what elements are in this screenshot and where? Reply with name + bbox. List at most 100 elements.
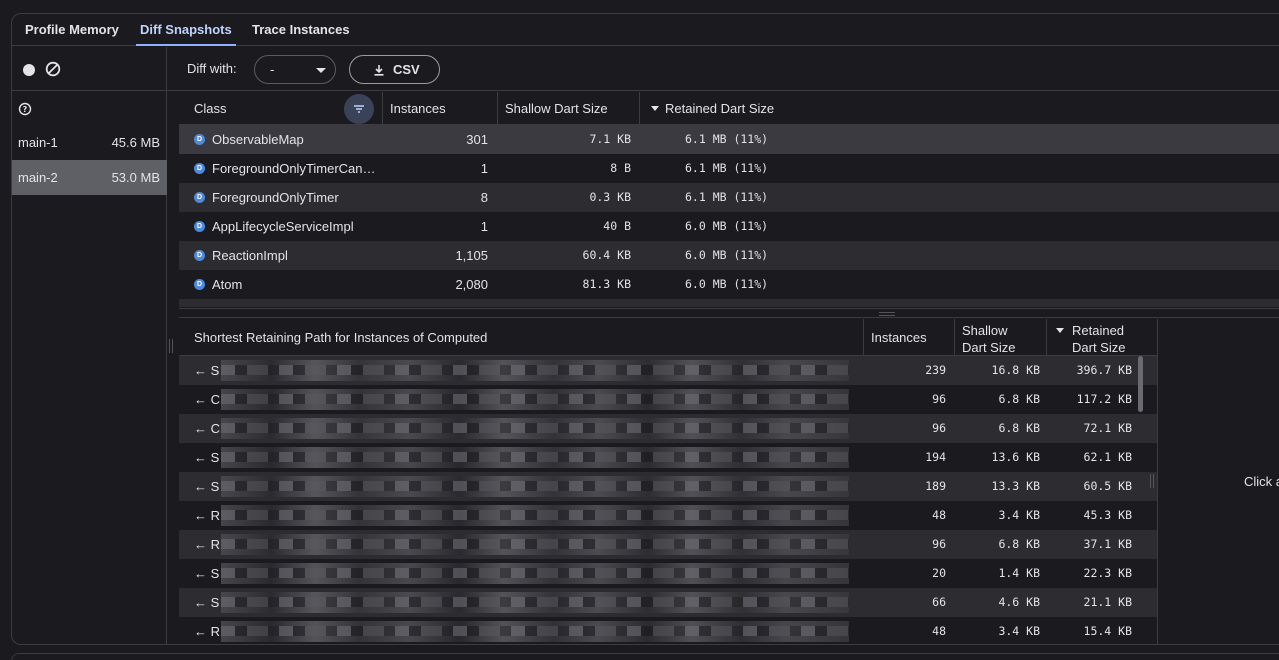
column-header-retained-size[interactable]: Retained Dart Size <box>651 92 774 125</box>
retaining-path-row[interactable]: ← C 96 6.8 KB 72.1 KB <box>179 414 1157 443</box>
dart-class-icon: D <box>194 134 205 145</box>
dart-class-icon: D <box>194 163 205 174</box>
dart-class-icon: D <box>194 192 205 203</box>
tab-profile-memory[interactable]: Profile Memory <box>25 14 119 46</box>
class-table-header: Class Instances Shallow Dart Size Retain… <box>179 92 1279 125</box>
shallow-size-value: 7.1 KB <box>589 132 631 146</box>
retained-size-value: 6.1 MB (11%) <box>685 132 769 146</box>
path-prefix: ← R <box>194 508 220 523</box>
path-retained-value: 22.3 KB <box>1083 566 1132 580</box>
clear-all-icon[interactable] <box>45 61 61 77</box>
path-shallow-value: 3.4 KB <box>998 624 1040 638</box>
column-header-shallow-size[interactable]: Shallow Dart Size <box>505 92 608 125</box>
column-header-path-shallow[interactable]: Shallow Dart Size <box>962 322 1015 356</box>
retaining-path-header: Shortest Retaining Path for Instances of… <box>179 319 1157 356</box>
path-retained-value: 396.7 KB <box>1076 363 1132 377</box>
path-instances-value: 189 <box>925 479 946 493</box>
path-instances-value: 96 <box>932 392 946 406</box>
path-instances-value: 96 <box>932 537 946 551</box>
path-instances-value: 194 <box>925 450 946 464</box>
dart-class-icon: D <box>194 279 205 290</box>
tab-trace-instances[interactable]: Trace Instances <box>252 14 350 46</box>
retained-size-value: 6.0 MB (11%) <box>685 277 769 291</box>
svg-text:?: ? <box>23 105 28 114</box>
filter-button[interactable] <box>344 94 374 124</box>
help-icon[interactable]: ? <box>18 102 32 116</box>
diff-with-value: - <box>270 62 275 77</box>
snapshot-name: main-1 <box>18 135 58 150</box>
retaining-path-row[interactable]: ← S 189 13.3 KB 60.5 KB <box>179 472 1157 501</box>
redacted-path-overlay <box>221 423 849 433</box>
redacted-path-overlay <box>221 365 849 375</box>
class-name: AppLifecycleServiceImpl <box>212 219 354 234</box>
path-retained-value: 62.1 KB <box>1083 450 1132 464</box>
class-table-row-partial <box>179 299 1279 307</box>
horizontal-split-handle[interactable] <box>179 308 1279 318</box>
diff-with-label: Diff with: <box>187 61 237 76</box>
path-shallow-value: 1.4 KB <box>998 566 1040 580</box>
path-prefix: ← C <box>194 421 220 436</box>
path-retained-value: 37.1 KB <box>1083 537 1132 551</box>
path-instances-value: 48 <box>932 624 946 638</box>
snapshot-size: 53.0 MB <box>111 170 160 185</box>
bottom-panel-edge <box>11 653 1279 660</box>
retained-header-label: Retained Dart Size <box>665 101 775 116</box>
shallow-size-value: 0.3 KB <box>589 190 631 204</box>
chevron-down-icon <box>316 68 326 73</box>
class-table-row[interactable]: D ForegroundOnlyTimer 8 0.3 KB 6.1 MB (11%) <box>179 183 1279 212</box>
take-snapshot-icon[interactable] <box>23 64 35 76</box>
column-header-path-retained[interactable]: Retained Dart Size <box>1056 322 1125 356</box>
path-retained-value: 15.4 KB <box>1083 624 1132 638</box>
vertical-split-handle[interactable] <box>169 339 173 353</box>
shallow-size-value: 8 B <box>610 161 631 175</box>
retained-header-line1: Retained <box>1072 323 1125 338</box>
path-prefix: ← R <box>194 624 220 639</box>
retaining-path-row[interactable]: ← R 48 3.4 KB 45.3 KB <box>179 501 1157 530</box>
snapshot-item-selected[interactable]: main-2 53.0 MB <box>12 160 167 195</box>
download-csv-button[interactable]: CSV <box>349 55 440 84</box>
dart-class-icon: D <box>194 250 205 261</box>
redacted-path-overlay <box>221 597 849 607</box>
class-table-row[interactable]: D ForegroundOnlyTimerCan… 1 8 B 6.1 MB (11%) <box>179 154 1279 183</box>
retaining-path-row[interactable]: ← S 194 13.6 KB 62.1 KB <box>179 443 1157 472</box>
diff-toolbar: Diff with: - CSV <box>167 47 1279 91</box>
retaining-path-table: Shortest Retaining Path for Instances of… <box>179 319 1158 644</box>
class-table-row[interactable]: D ObservableMap 301 7.1 KB 6.1 MB (11%) <box>179 125 1279 154</box>
snapshot-item[interactable]: main-1 45.6 MB <box>12 125 167 160</box>
retaining-path-row[interactable]: ← R 96 6.8 KB 37.1 KB <box>179 530 1157 559</box>
path-prefix: ← R <box>194 537 220 552</box>
path-instances-value: 239 <box>925 363 946 377</box>
redacted-path-overlay <box>221 510 849 520</box>
retaining-path-row[interactable]: ← S 239 16.8 KB 396.7 KB <box>179 356 1157 385</box>
class-name: ReactionImpl <box>212 248 288 263</box>
scrollbar-thumb[interactable] <box>1138 356 1143 412</box>
shallow-size-value: 81.3 KB <box>582 277 631 291</box>
path-instances-value: 20 <box>932 566 946 580</box>
diff-with-dropdown[interactable]: - <box>254 55 336 84</box>
instances-value: 1,105 <box>455 248 488 263</box>
path-shallow-value: 13.6 KB <box>991 450 1040 464</box>
retaining-path-row[interactable]: ← C 96 6.8 KB 117.2 KB <box>179 385 1157 414</box>
column-header-retaining-path[interactable]: Shortest Retaining Path for Instances of… <box>194 319 487 356</box>
tab-diff-snapshots[interactable]: Diff Snapshots <box>136 14 236 46</box>
retaining-path-row[interactable]: ← S 66 4.6 KB 21.1 KB <box>179 588 1157 617</box>
retaining-path-row[interactable]: ← S 20 1.4 KB 22.3 KB <box>179 559 1157 588</box>
redacted-path-overlay <box>221 452 849 462</box>
redacted-path-overlay <box>221 481 849 491</box>
column-header-path-instances[interactable]: Instances <box>871 319 927 356</box>
path-shallow-value: 13.3 KB <box>991 479 1040 493</box>
class-table-row[interactable]: D ReactionImpl 1,105 60.4 KB 6.0 MB (11%) <box>179 241 1279 270</box>
class-table-row[interactable]: D Atom 2,080 81.3 KB 6.0 MB (11%) <box>179 270 1279 299</box>
shallow-header-line2: Dart Size <box>962 340 1016 355</box>
retained-header-line2: Dart Size <box>1072 340 1126 355</box>
path-retained-value: 117.2 KB <box>1076 392 1132 406</box>
vertical-split-handle-right[interactable] <box>1150 474 1154 488</box>
instances-value: 8 <box>480 190 488 205</box>
retaining-path-row[interactable]: ← R 48 3.4 KB 15.4 KB <box>179 617 1157 644</box>
sort-descending-icon <box>651 106 659 112</box>
column-header-class[interactable]: Class <box>194 92 227 125</box>
retained-size-value: 6.1 MB (11%) <box>685 161 769 175</box>
class-table-row[interactable]: D AppLifecycleServiceImpl 1 40 B 6.0 MB (11%… <box>179 212 1279 241</box>
column-header-instances[interactable]: Instances <box>390 92 446 125</box>
path-retained-value: 60.5 KB <box>1083 479 1132 493</box>
